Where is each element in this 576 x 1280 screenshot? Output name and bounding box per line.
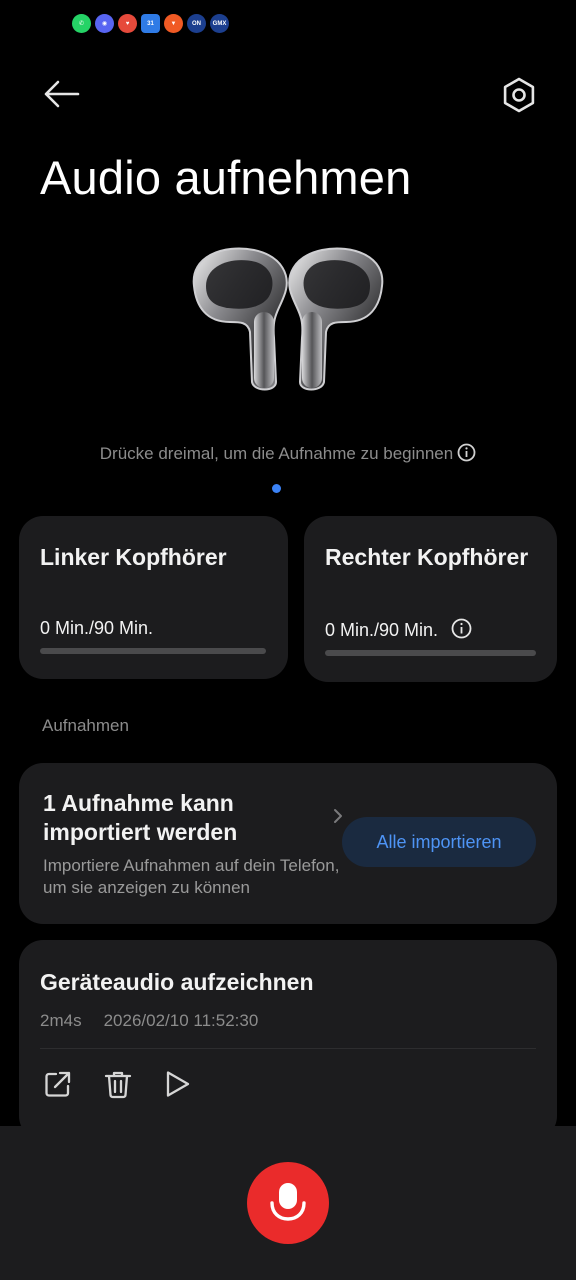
recording-card[interactable]: Geräteaudio aufzeichnen 2m4s 2026/02/10 1…	[19, 940, 557, 1140]
brave-icon: ▼	[164, 14, 183, 33]
right-earbud-name: Rechter Kopfhörer	[325, 544, 529, 570]
record-button[interactable]	[247, 1162, 329, 1244]
recording-title: Geräteaudio aufzeichnen	[40, 969, 314, 995]
right-earbud-usage: 0 Min./90 Min.	[325, 618, 472, 644]
left-earbud-storage-bar	[40, 648, 266, 654]
calendar-icon: 31	[141, 14, 160, 33]
right-earbud-card: Rechter Kopfhörer 0 Min./90 Min.	[304, 516, 557, 682]
left-earbud-name: Linker Kopfhörer	[40, 544, 227, 570]
gmx-icon: GMX	[210, 14, 229, 33]
play-icon	[166, 1071, 190, 1097]
arrow-left-icon	[44, 80, 80, 108]
recording-meta: 2m4s 2026/02/10 11:52:30	[40, 1011, 258, 1031]
divider	[40, 1048, 536, 1049]
settings-button[interactable]	[498, 74, 540, 116]
page-title: Audio aufnehmen	[40, 151, 412, 204]
recording-timestamp: 2026/02/10 11:52:30	[103, 1011, 259, 1030]
info-icon[interactable]	[457, 443, 476, 467]
whatsapp-icon: ✆	[72, 14, 91, 33]
hint-text: Drücke dreimal, um die Aufnahme zu begin…	[99, 444, 454, 463]
info-icon[interactable]	[451, 618, 472, 644]
right-earbud-storage-bar	[325, 650, 536, 656]
right-earbud-usage-text: 0 Min./90 Min.	[325, 620, 439, 640]
press-hint: Drücke dreimal, um die Aufnahme zu begin…	[0, 443, 576, 467]
play-button[interactable]	[161, 1068, 193, 1100]
trash-icon	[104, 1071, 132, 1099]
gear-icon	[503, 77, 535, 113]
share-button[interactable]	[42, 1068, 74, 1100]
status-bar-notifications: ✆ ◉ ♥ 31 ▼ ON GMX	[72, 14, 229, 33]
recordings-section-label: Aufnahmen	[42, 716, 129, 735]
chevron-right-icon	[334, 809, 342, 823]
delete-button[interactable]	[102, 1068, 134, 1100]
recording-duration: 2m4s	[40, 1011, 82, 1030]
share-icon	[45, 1071, 71, 1097]
import-description: Importiere Aufnahmen auf dein Telefon, u…	[43, 856, 340, 897]
app-red-icon: ♥	[118, 14, 137, 33]
left-earbud-usage: 0 Min./90 Min.	[40, 618, 154, 638]
earbuds-image	[184, 242, 392, 394]
import-headline: 1 Aufnahme kann importiert werden	[43, 790, 238, 845]
microphone-icon	[270, 1183, 306, 1221]
import-recordings-card[interactable]: 1 Aufnahme kann importiert werden Import…	[19, 763, 557, 924]
discord-icon: ◉	[95, 14, 114, 33]
onlyoffice-icon: ON	[187, 14, 206, 33]
back-button[interactable]	[40, 74, 84, 114]
page-indicator-dot	[272, 484, 281, 493]
import-all-button[interactable]: Alle importieren	[342, 817, 536, 867]
left-earbud-card: Linker Kopfhörer 0 Min./90 Min.	[19, 516, 288, 679]
